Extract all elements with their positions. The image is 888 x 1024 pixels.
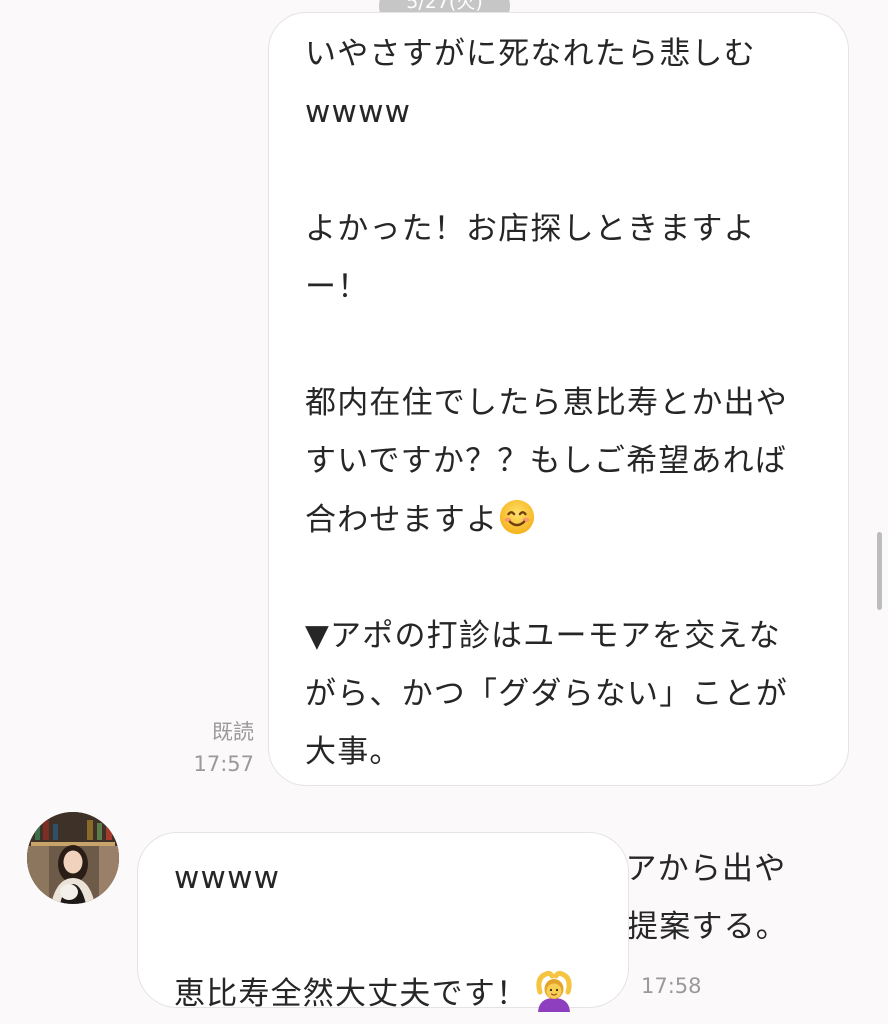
outgoing-message-bubble[interactable]: いやさすがに死なれたら悲しむ wwww よかった！お店探しときますよ ー！ 都内… <box>268 12 849 945</box>
incoming-message-body: wwww 恵比寿全然大丈夫です！ <box>174 860 529 1012</box>
incoming-message-meta: 17:58 <box>641 970 702 1002</box>
smiling-face-emoji-icon <box>500 499 535 534</box>
incoming-message-bubble[interactable]: wwww 恵比寿全然大丈夫です！ <box>137 832 629 1012</box>
read-receipt: 既読 <box>212 720 254 744</box>
scrollbar-thumb[interactable] <box>877 532 882 610</box>
outgoing-message-body: いやさすがに死なれたら悲しむ wwww よかった！お店探しときますよ ー！ 都内… <box>305 36 788 538</box>
outgoing-message-text: いやさすがに死なれたら悲しむ wwww よかった！お店探しときますよ ー！ 都内… <box>305 25 835 956</box>
outgoing-timestamp: 17:57 <box>193 752 254 776</box>
avatar-photo <box>27 812 119 904</box>
incoming-timestamp: 17:58 <box>641 974 702 998</box>
outgoing-message-meta: 既読 17:57 <box>193 716 254 780</box>
person-gesturing-ok-emoji-icon <box>536 970 572 1012</box>
contact-avatar[interactable] <box>27 812 119 904</box>
incoming-message-text: wwww 恵比寿全然大丈夫です！ <box>174 849 614 1023</box>
